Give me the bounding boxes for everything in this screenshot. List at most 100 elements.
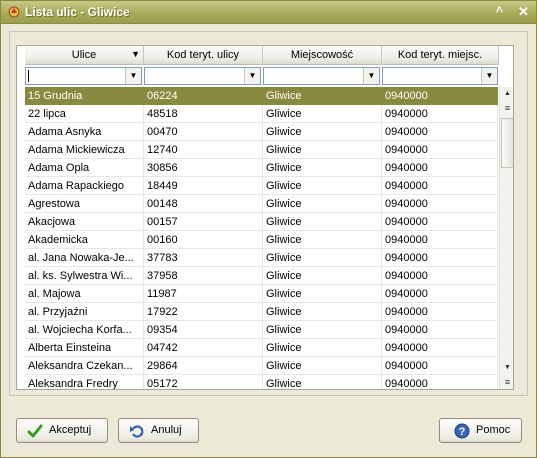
table-row[interactable]: Alberta Einsteina 04742 Gliwice 0940000 — [25, 339, 498, 357]
filter-street-code[interactable]: ▼ — [144, 67, 261, 85]
table-cell: 0940000 — [382, 303, 498, 321]
table-cell: al. Majowa — [25, 285, 144, 303]
scroll-bottom-icon[interactable]: ≡ — [500, 375, 513, 389]
table-row[interactable]: Aleksandra Czekan... 29864 Gliwice 0940000 — [25, 357, 498, 375]
table-row[interactable]: Adama Opla 30856 Gliwice 0940000 — [25, 159, 498, 177]
table-cell: Akademicka — [25, 231, 144, 249]
table-cell: 0940000 — [382, 87, 498, 105]
title-bar[interactable]: Lista ulic - Gliwice ^ ✕ — [1, 1, 536, 24]
column-header-street[interactable]: Ulice ▼ — [25, 46, 144, 65]
table-cell: 00157 — [144, 213, 263, 231]
minimize-button[interactable]: ^ — [491, 4, 508, 20]
chevron-down-icon[interactable]: ▼ — [363, 68, 379, 84]
table-cell: Gliwice — [263, 303, 382, 321]
table-cell: 0940000 — [382, 177, 498, 195]
table-row[interactable]: Akademicka 00160 Gliwice 0940000 — [25, 231, 498, 249]
text-caret — [28, 70, 29, 82]
cancel-button[interactable]: Anuluj — [118, 418, 199, 443]
table-cell: 04742 — [144, 339, 263, 357]
chevron-down-icon[interactable]: ▼ — [244, 68, 260, 84]
table-cell: Gliwice — [263, 123, 382, 141]
table-row[interactable]: al. ks. Sylwestra Wi... 37958 Gliwice 09400… — [25, 267, 498, 285]
table-row[interactable]: Agrestowa 00148 Gliwice 0940000 — [25, 195, 498, 213]
table-cell: 0940000 — [382, 249, 498, 267]
table-cell: Gliwice — [263, 141, 382, 159]
help-button[interactable]: ? Pomoc — [439, 418, 522, 443]
table-cell: Adama Asnyka — [25, 123, 144, 141]
table-cell: 0940000 — [382, 267, 498, 285]
table-cell: Gliwice — [263, 87, 382, 105]
table-row[interactable]: al. Przyjaźni 17922 Gliwice 0940000 — [25, 303, 498, 321]
filter-locality-code[interactable]: ▼ — [382, 67, 498, 85]
table-cell: Gliwice — [263, 285, 382, 303]
table-cell: Gliwice — [263, 321, 382, 339]
accept-button[interactable]: Akceptuj — [16, 418, 108, 443]
column-header-label: Miejscowość — [290, 49, 354, 61]
table-cell: Gliwice — [263, 195, 382, 213]
undo-icon — [130, 425, 144, 438]
chevron-down-icon[interactable]: ▼ — [481, 68, 497, 84]
table-cell: al. Przyjaźni — [25, 303, 144, 321]
table-row[interactable]: al. Wojciecha Korfa... 09354 Gliwice 094000… — [25, 321, 498, 339]
table-row[interactable]: al. Jana Nowaka-Je... 37783 Gliwice 0940000 — [25, 249, 498, 267]
table-cell: al. ks. Sylwestra Wi... — [25, 267, 144, 285]
table-cell: Gliwice — [263, 375, 382, 389]
table-cell: 15 Grudnia — [25, 87, 144, 105]
scroll-up-icon[interactable]: ▲ — [500, 87, 513, 101]
accept-label: Akceptuj — [49, 424, 92, 436]
table-cell: 00470 — [144, 123, 263, 141]
column-header-street-code[interactable]: Kod teryt. ulicy — [144, 46, 263, 65]
vertical-scrollbar[interactable]: ▲ ≡ ▼ ≡ — [499, 87, 513, 389]
table-cell: 0940000 — [382, 195, 498, 213]
filter-locality[interactable]: ▼ — [263, 67, 380, 85]
scroll-top-icon[interactable]: ≡ — [500, 101, 513, 115]
table-cell: 0940000 — [382, 339, 498, 357]
table-cell: 37783 — [144, 249, 263, 267]
table-row[interactable]: Akacjowa 00157 Gliwice 0940000 — [25, 213, 498, 231]
table-cell: Agrestowa — [25, 195, 144, 213]
table-cell: al. Wojciecha Korfa... — [25, 321, 144, 339]
table-cell: 05172 — [144, 375, 263, 389]
table-row[interactable]: Adama Asnyka 00470 Gliwice 0940000 — [25, 123, 498, 141]
cancel-label: Anuluj — [151, 424, 182, 436]
filter-street[interactable]: ▼ — [25, 67, 142, 85]
table-row[interactable]: Aleksandra Fredry 05172 Gliwice 0940000 — [25, 375, 498, 389]
table-cell: Gliwice — [263, 231, 382, 249]
table-cell: 0940000 — [382, 123, 498, 141]
column-header-locality-code[interactable]: Kod teryt. miejsc. — [382, 46, 499, 65]
column-header-locality[interactable]: Miejscowość — [263, 46, 382, 65]
table-cell: Gliwice — [263, 267, 382, 285]
help-icon: ? — [454, 423, 470, 439]
table-cell: Adama Rapackiego — [25, 177, 144, 195]
scroll-down-icon[interactable]: ▼ — [500, 361, 513, 375]
table-cell: 0940000 — [382, 357, 498, 375]
table-cell: 11987 — [144, 285, 263, 303]
table-cell: 09354 — [144, 321, 263, 339]
scrollbar-thumb[interactable] — [501, 118, 513, 168]
table-cell: 18449 — [144, 177, 263, 195]
table-cell: al. Jana Nowaka-Je... — [25, 249, 144, 267]
table-cell: 0940000 — [382, 141, 498, 159]
table-cell: Gliwice — [263, 339, 382, 357]
close-button[interactable]: ✕ — [515, 4, 532, 20]
table-cell: Gliwice — [263, 213, 382, 231]
sort-desc-icon: ▼ — [131, 49, 140, 59]
table-row[interactable]: al. Majowa 11987 Gliwice 0940000 — [25, 285, 498, 303]
table-cell: 00160 — [144, 231, 263, 249]
app-icon — [8, 6, 20, 18]
table-cell: Gliwice — [263, 249, 382, 267]
streets-grid: Ulice ▼ Kod teryt. ulicy Miejscowość Kod… — [16, 45, 514, 390]
help-label: Pomoc — [476, 424, 511, 436]
table-cell: 48518 — [144, 105, 263, 123]
table-cell: Akacjowa — [25, 213, 144, 231]
table-cell: 0940000 — [382, 159, 498, 177]
chevron-down-icon[interactable]: ▼ — [125, 68, 141, 84]
table-cell: Gliwice — [263, 159, 382, 177]
table-cell: Gliwice — [263, 177, 382, 195]
table-row[interactable]: 15 Grudnia 06224 Gliwice 0940000 — [25, 87, 498, 105]
table-row[interactable]: Adama Mickiewicza 12740 Gliwice 0940000 — [25, 141, 498, 159]
table-row[interactable]: Adama Rapackiego 18449 Gliwice 0940000 — [25, 177, 498, 195]
table-cell: Aleksandra Fredry — [25, 375, 144, 389]
table-row[interactable]: 22 lipca 48518 Gliwice 0940000 — [25, 105, 498, 123]
table-cell: Adama Opla — [25, 159, 144, 177]
